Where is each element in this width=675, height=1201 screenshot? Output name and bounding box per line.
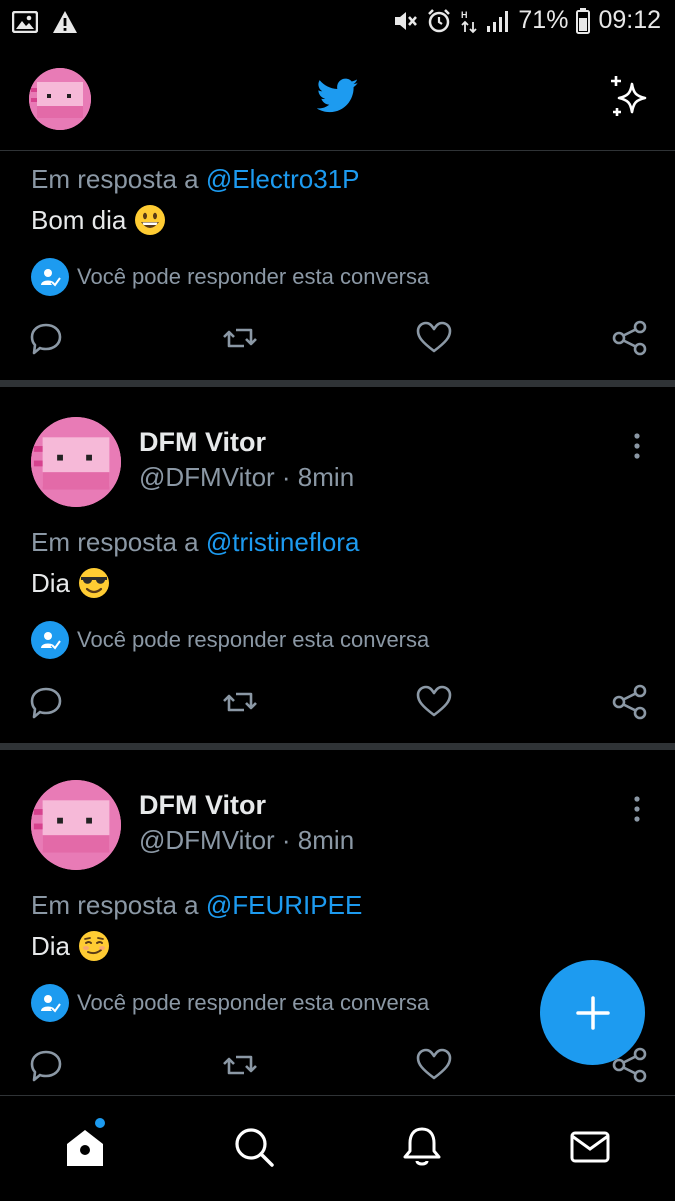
- author-name[interactable]: DFM Vitor: [139, 427, 266, 458]
- tweet-text: Bom dia: [31, 204, 166, 236]
- tweet[interactable]: Em resposta a @Electro31P Bom dia Você p…: [0, 150, 675, 380]
- sunglasses-face-emoji-icon: [79, 568, 110, 598]
- tweet-avatar[interactable]: [31, 417, 121, 507]
- battery-icon: [576, 7, 591, 34]
- plus-icon: [575, 995, 610, 1030]
- tweet-divider: [0, 380, 675, 387]
- tweet-text: Dia: [31, 930, 110, 962]
- sparkle-icon[interactable]: [607, 74, 653, 120]
- replying-to: Em resposta a @Electro31P: [31, 164, 360, 194]
- top-app-bar: [0, 46, 675, 151]
- tweet-avatar[interactable]: [31, 780, 121, 870]
- replying-to: Em resposta a @tristineflora: [31, 527, 360, 557]
- user-check-icon: [31, 258, 69, 296]
- like-icon[interactable]: [414, 318, 454, 358]
- compose-tweet-button[interactable]: [540, 960, 645, 1065]
- home-icon[interactable]: [62, 1124, 108, 1170]
- retweet-icon[interactable]: [220, 682, 260, 722]
- grinning-face-emoji-icon: [135, 205, 166, 235]
- tweet[interactable]: DFM Vitor @DFMVitor · 8min Em resposta a…: [0, 387, 675, 743]
- mention-link[interactable]: @FEURIPEE: [206, 890, 362, 920]
- tweet-text: Dia: [31, 567, 110, 599]
- gallery-icon: [12, 11, 38, 33]
- bottom-navigation: [0, 1095, 675, 1201]
- profile-avatar[interactable]: [29, 68, 91, 130]
- replying-to: Em resposta a @FEURIPEE: [31, 890, 363, 920]
- author-handle: @DFMVitor · 8min: [139, 462, 355, 492]
- svg-text:H: H: [461, 10, 468, 20]
- mention-link[interactable]: @tristineflora: [206, 527, 360, 557]
- reply-permission: Você pode responder esta conversa: [31, 984, 429, 1022]
- share-icon[interactable]: [610, 318, 650, 358]
- retweet-icon[interactable]: [220, 318, 260, 358]
- battery-percent: 71%: [518, 6, 569, 34]
- like-icon[interactable]: [414, 682, 454, 722]
- tweet-actions: [0, 318, 675, 358]
- data-transfer-icon: H: [461, 10, 478, 33]
- mute-icon: [395, 11, 418, 30]
- axolotl-avatar-icon: [31, 780, 121, 870]
- axolotl-avatar-icon: [29, 68, 91, 130]
- reply-permission: Você pode responder esta conversa: [31, 621, 429, 659]
- like-icon[interactable]: [414, 1045, 454, 1085]
- tweet-actions: [0, 682, 675, 722]
- reply-permission: Você pode responder esta conversa: [31, 258, 429, 296]
- clock: 09:12: [598, 6, 661, 34]
- reply-icon[interactable]: [26, 1045, 66, 1085]
- reply-icon[interactable]: [26, 682, 66, 722]
- alarm-icon: [428, 8, 451, 32]
- warning-icon: [53, 11, 77, 33]
- new-content-indicator: [95, 1118, 105, 1128]
- user-check-icon: [31, 621, 69, 659]
- mention-link[interactable]: @Electro31P: [206, 164, 360, 194]
- signal-icon: [487, 10, 509, 32]
- user-check-icon: [31, 984, 69, 1022]
- search-icon[interactable]: [231, 1124, 277, 1170]
- smirking-face-emoji-icon: [79, 931, 110, 961]
- more-options-icon[interactable]: [624, 794, 650, 824]
- share-icon[interactable]: [610, 682, 650, 722]
- twitter-bird-icon[interactable]: [317, 78, 359, 114]
- retweet-icon[interactable]: [220, 1045, 260, 1085]
- tweet-divider: [0, 743, 675, 750]
- notifications-icon[interactable]: [399, 1124, 445, 1170]
- status-bar: H 71% 09:12: [0, 0, 675, 46]
- axolotl-avatar-icon: [31, 417, 121, 507]
- messages-icon[interactable]: [567, 1124, 613, 1170]
- author-name[interactable]: DFM Vitor: [139, 790, 266, 821]
- author-handle: @DFMVitor · 8min: [139, 825, 355, 855]
- more-options-icon[interactable]: [624, 431, 650, 461]
- reply-icon[interactable]: [26, 318, 66, 358]
